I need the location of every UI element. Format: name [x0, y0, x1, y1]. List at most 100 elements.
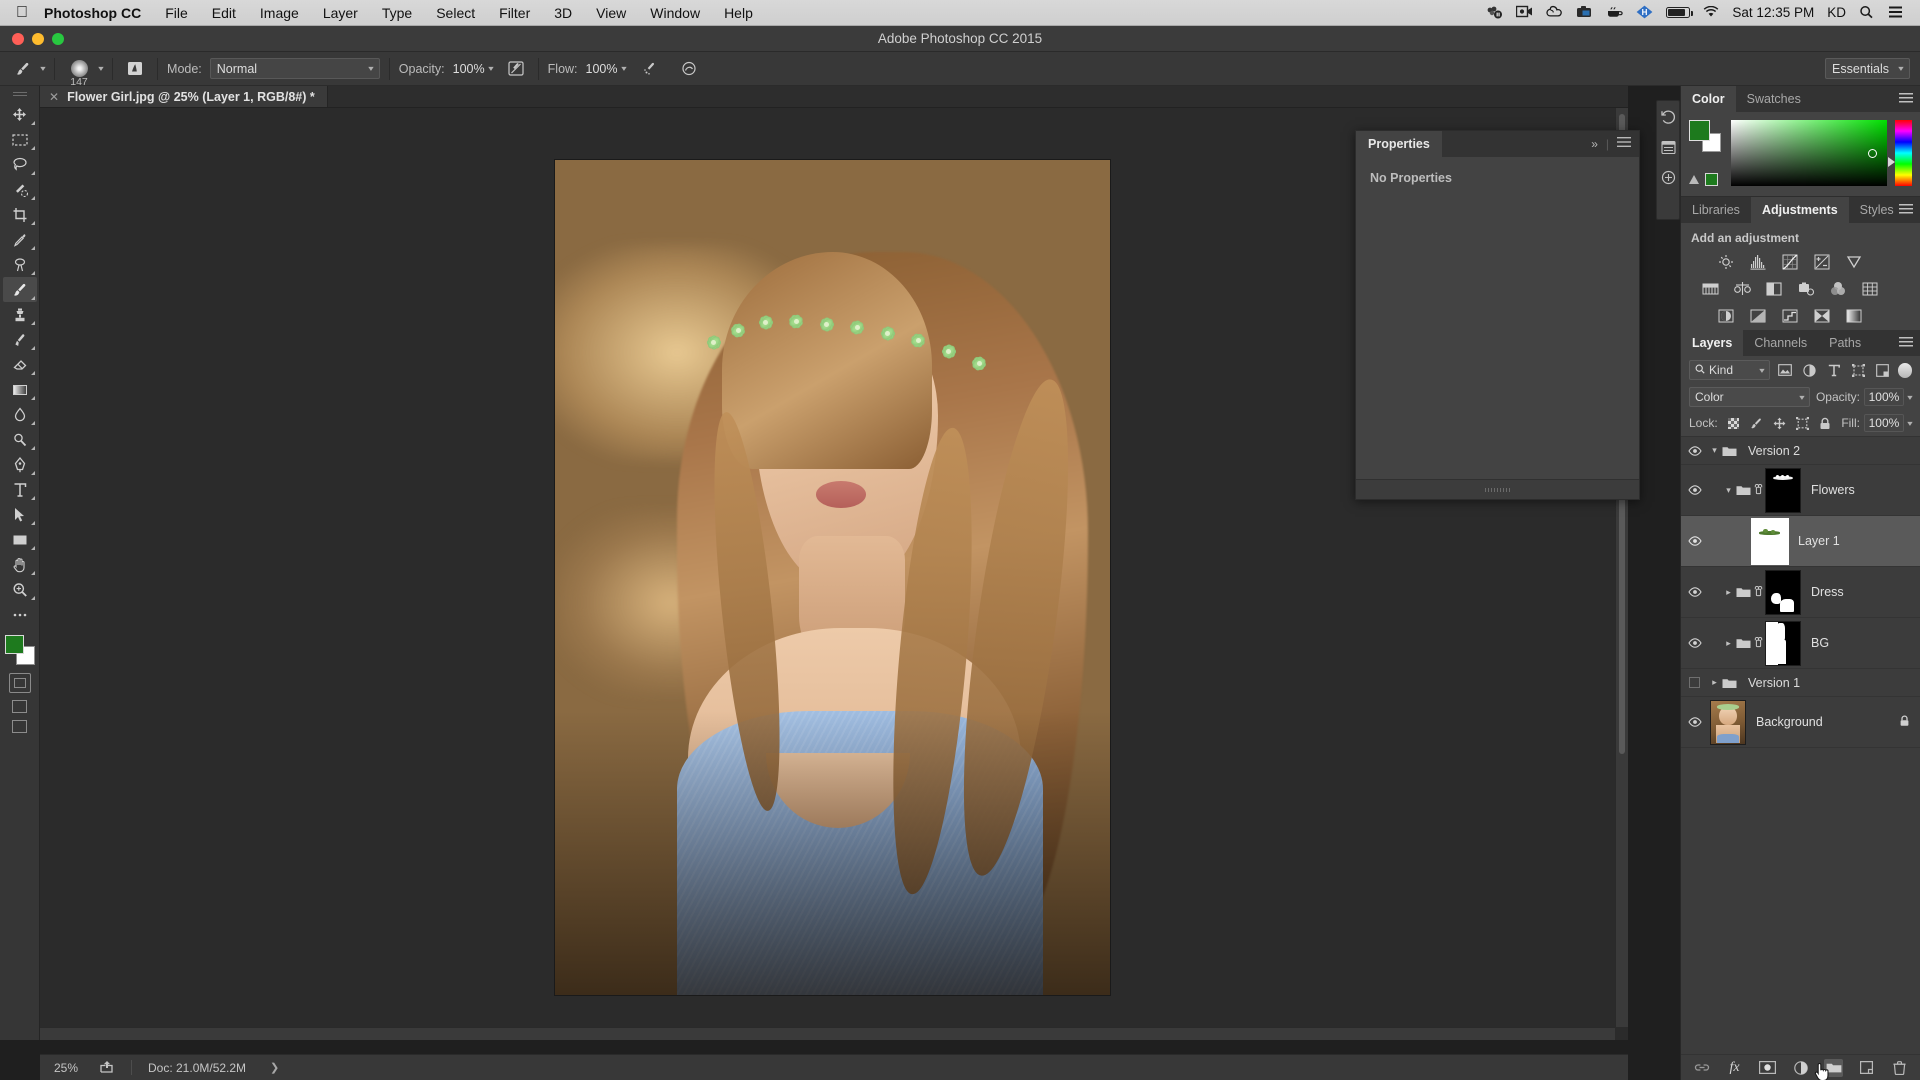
color-lookup-icon[interactable]: [1861, 280, 1879, 297]
foreground-background-color-selector[interactable]: [4, 635, 35, 665]
delete-layer-icon[interactable]: [1890, 1059, 1909, 1077]
eyedropper-tool[interactable]: [3, 227, 37, 252]
filter-toggle-icon[interactable]: [1897, 362, 1912, 378]
layer-thumbnail[interactable]: [1751, 517, 1789, 565]
pixel-filter-icon[interactable]: [1776, 361, 1794, 379]
pressure-opacity-icon[interactable]: [503, 57, 529, 81]
share-icon[interactable]: [100, 1060, 115, 1076]
menu-filter[interactable]: Filter: [487, 5, 542, 21]
table-row[interactable]: ▾ Version 2: [1681, 437, 1920, 465]
screen-mode-full-icon[interactable]: [12, 720, 27, 733]
layer-thumbnail[interactable]: [1710, 699, 1746, 745]
screen-mode-standard-icon[interactable]: [12, 700, 27, 713]
panel-menu-icon[interactable]: [1617, 137, 1631, 151]
pen-tool[interactable]: [3, 452, 37, 477]
crop-tool[interactable]: [3, 202, 37, 227]
rectangular-marquee-tool[interactable]: [3, 127, 37, 152]
tab-color[interactable]: Color: [1681, 86, 1736, 112]
document-tab[interactable]: ✕ Flower Girl.jpg @ 25% (Layer 1, RGB/8#…: [40, 86, 328, 107]
layer-opacity-value[interactable]: 100%: [1863, 388, 1904, 406]
layer-name[interactable]: Version 2: [1748, 444, 1800, 458]
brush-tool-icon[interactable]: [10, 57, 36, 81]
flow-chevron-icon[interactable]: ▾: [621, 64, 626, 73]
brush-tool[interactable]: [2, 277, 37, 302]
color-picker-field[interactable]: [1731, 120, 1887, 186]
brush-size-picker[interactable]: 147 ▾: [64, 57, 104, 88]
menu-help[interactable]: Help: [712, 5, 765, 21]
curves-icon[interactable]: [1781, 253, 1799, 270]
brush-tool-preset[interactable]: ▾: [10, 57, 46, 81]
apple-logo-icon[interactable]: : [0, 4, 42, 21]
lock-all-icon[interactable]: [1818, 416, 1833, 431]
type-tool[interactable]: [3, 477, 37, 502]
control-center-icon[interactable]: [1889, 5, 1906, 20]
gradient-map-icon[interactable]: [1845, 307, 1863, 324]
creative-cloud-icon[interactable]: [1546, 5, 1563, 20]
menu-window[interactable]: Window: [638, 5, 712, 21]
opacity-chevron-icon[interactable]: ▾: [1907, 393, 1912, 402]
move-tool[interactable]: [3, 102, 37, 127]
group-disclosure-icon[interactable]: ▸: [1722, 638, 1735, 649]
layer-visibility-toggle[interactable]: [1681, 717, 1708, 727]
menu-select[interactable]: Select: [424, 5, 487, 21]
layer-fill-value[interactable]: 100%: [1863, 414, 1904, 432]
link-layers-icon[interactable]: [1692, 1059, 1711, 1077]
invert-icon[interactable]: [1717, 307, 1735, 324]
layer-filter-kind-select[interactable]: Kind ▾: [1689, 360, 1771, 380]
color-balance-icon[interactable]: [1733, 280, 1751, 297]
layer-mask-thumbnail[interactable]: [1765, 467, 1801, 513]
panel-menu-icon[interactable]: [1899, 204, 1913, 216]
blend-mode-select[interactable]: Normal ▾: [209, 58, 380, 79]
posterize-icon[interactable]: [1749, 307, 1767, 324]
gamut-warning-icon[interactable]: [1689, 175, 1699, 184]
channel-mixer-icon[interactable]: [1829, 280, 1847, 297]
layer-name[interactable]: BG: [1811, 636, 1829, 650]
quick-mask-button[interactable]: [8, 673, 31, 693]
type-filter-icon[interactable]: [1825, 361, 1843, 379]
sound-meter-icon[interactable]: [1486, 5, 1503, 20]
lasso-tool[interactable]: [3, 152, 37, 177]
table-row[interactable]: Background: [1681, 697, 1920, 748]
table-row[interactable]: ▸ Version 1: [1681, 669, 1920, 697]
coffee-cup-icon[interactable]: [1606, 5, 1624, 20]
shape-filter-icon[interactable]: [1849, 361, 1867, 379]
gamut-safe-color-chip[interactable]: [1705, 173, 1718, 186]
brush-preview[interactable]: 147: [64, 57, 94, 88]
spotlight-search-icon[interactable]: [1859, 5, 1876, 20]
layer-name[interactable]: Dress: [1811, 585, 1844, 599]
tab-adjustments[interactable]: Adjustments: [1750, 197, 1849, 223]
panel-resize-grip[interactable]: [1484, 488, 1511, 492]
smoothing-icon[interactable]: [676, 57, 702, 81]
menu-view[interactable]: View: [584, 5, 638, 21]
blur-tool[interactable]: [3, 402, 37, 427]
lock-transparent-pixels-icon[interactable]: [1726, 416, 1741, 431]
lock-image-pixels-icon[interactable]: [1749, 416, 1764, 431]
tab-paths[interactable]: Paths: [1818, 330, 1872, 356]
fill-chevron-icon[interactable]: ▾: [1907, 419, 1912, 428]
layer-style-fx-icon[interactable]: fx: [1725, 1059, 1744, 1077]
history-brush-tool[interactable]: [3, 327, 37, 352]
layer-mask-link-icon[interactable]: [1752, 585, 1765, 599]
black-white-icon[interactable]: [1765, 280, 1783, 297]
group-disclosure-icon[interactable]: ▾: [1708, 445, 1721, 456]
user-initials[interactable]: KD: [1827, 5, 1846, 20]
layer-visibility-toggle[interactable]: [1681, 677, 1708, 688]
foreground-color-swatch[interactable]: [4, 635, 24, 654]
layer-mask-link-icon[interactable]: [1752, 636, 1765, 650]
add-layer-mask-icon[interactable]: [1758, 1059, 1777, 1077]
layer-mask-link-icon[interactable]: [1752, 483, 1765, 497]
tab-styles[interactable]: Styles: [1849, 197, 1905, 223]
menu-image[interactable]: Image: [248, 5, 311, 21]
wifi-icon[interactable]: [1703, 5, 1719, 21]
brush-size-chevron-icon[interactable]: ▾: [98, 64, 103, 73]
hue-ramp-slider[interactable]: [1888, 120, 1912, 186]
table-row[interactable]: ▾ Flowers: [1681, 465, 1920, 516]
path-selection-tool[interactable]: [3, 502, 37, 527]
layer-visibility-toggle[interactable]: [1681, 485, 1708, 495]
hyperdock-icon[interactable]: H: [1636, 5, 1653, 20]
spot-healing-brush-tool[interactable]: [3, 252, 37, 277]
collapse-double-arrow-icon[interactable]: »: [1591, 137, 1598, 151]
photo-filter-icon[interactable]: [1797, 280, 1815, 297]
opacity-chevron-icon[interactable]: ▾: [488, 64, 493, 73]
toolbox-grip[interactable]: [12, 92, 27, 98]
